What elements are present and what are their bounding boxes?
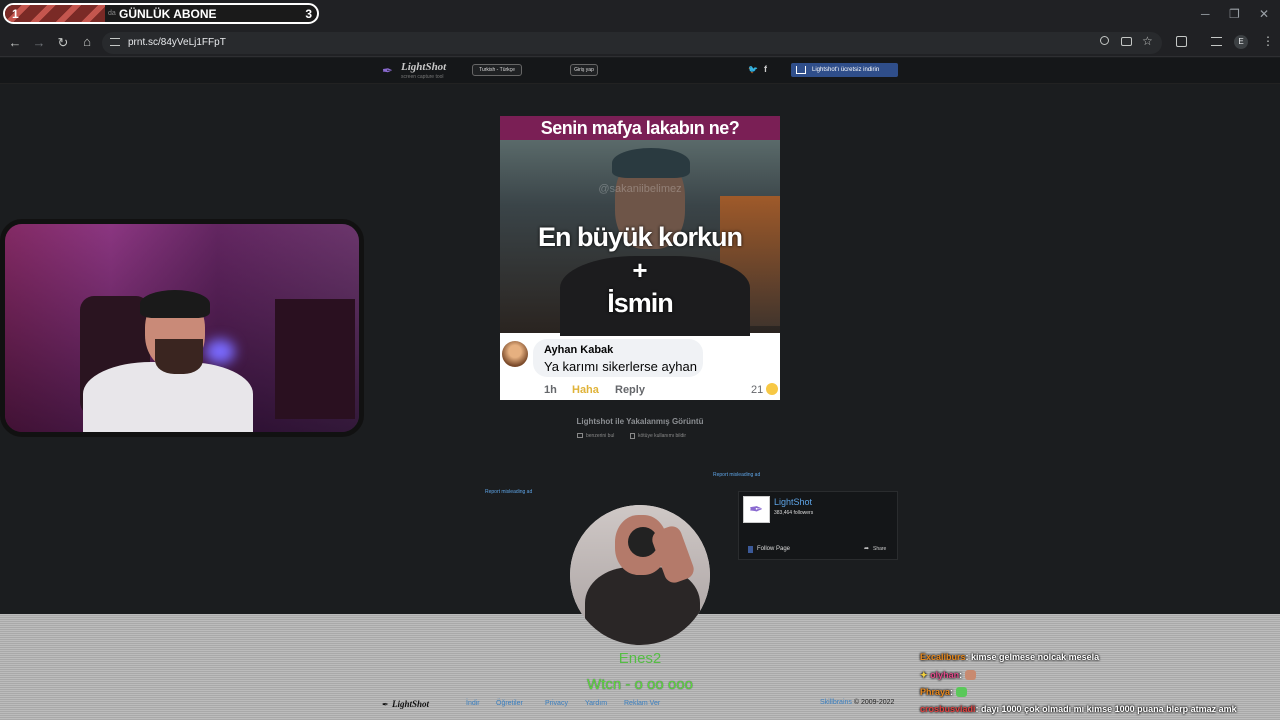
tab-tiny-text: da xyxy=(108,10,116,17)
reload-icon[interactable]: ↻ xyxy=(55,35,71,51)
facebook-icon[interactable]: f xyxy=(764,64,767,74)
chat-username: Excaliburs xyxy=(920,652,966,662)
twitter-icon[interactable]: 🐦 xyxy=(748,65,758,74)
find-similar-link[interactable]: benzerini bul xyxy=(586,433,614,439)
webcam-light xyxy=(205,339,235,364)
chat-colon: : xyxy=(950,687,956,697)
comment-author: Ayhan Kabak xyxy=(544,344,614,356)
report-ad-link-left[interactable]: Report misleading ad xyxy=(485,489,532,495)
chat-message: Phraya: xyxy=(920,687,967,697)
tab-counter-left: 1 xyxy=(12,7,19,21)
footer-feather-icon: ✒ xyxy=(382,700,389,709)
tab-stripes xyxy=(5,5,105,22)
url-text[interactable]: prnt.sc/84yVeLj1FFpT xyxy=(128,37,226,48)
meme-plus: + xyxy=(632,255,648,285)
webcam-person-beard xyxy=(155,339,203,374)
footer-link-help[interactable]: Yardım xyxy=(585,700,607,707)
round-webcam xyxy=(570,505,710,645)
footer-link-tutorials[interactable]: Öğretiler xyxy=(496,700,523,707)
emote-icon xyxy=(955,687,967,697)
chat-text: dayı 1000 çok olmadı mı kimse 1000 puana… xyxy=(981,704,1237,714)
chat-message: Excaliburs: kimse gelmese nolcak mesela xyxy=(920,652,1099,662)
feather-icon: ✒ xyxy=(749,500,764,519)
lightshot-page-logo[interactable]: ✒ xyxy=(743,496,770,523)
photo-hair xyxy=(612,148,690,178)
comment-reaction: Haha xyxy=(572,384,599,396)
chat-text: kimse gelmese nolcak mesela xyxy=(971,652,1100,662)
follow-page-button[interactable]: Follow Page xyxy=(757,546,790,552)
address-bar[interactable] xyxy=(102,32,1162,54)
menu-dots-icon[interactable]: ⋮ xyxy=(1262,34,1274,48)
lightshot-logo[interactable]: LightShot xyxy=(401,61,446,73)
meme-line-1: En büyük korkun xyxy=(537,222,743,252)
site-info-icon[interactable] xyxy=(110,38,120,46)
facebook-small-icon xyxy=(748,546,753,553)
chat-message: crosbusviadi: dayı 1000 çok olmadı mı ki… xyxy=(920,704,1237,714)
lightshot-header xyxy=(0,58,1280,84)
meme-line-2: İsmin xyxy=(607,288,674,318)
report-ad-link-right[interactable]: Report misleading ad xyxy=(713,472,760,478)
comment-time: 1h xyxy=(544,384,557,396)
meme-watermark: @sakaniibelimez xyxy=(598,183,682,195)
close-icon[interactable]: ✕ xyxy=(1259,7,1269,21)
report-abuse-link[interactable]: kötüye kullanımı bildir xyxy=(638,433,686,439)
skillbrains-link[interactable]: Skillbrains xyxy=(820,699,852,706)
minimize-icon[interactable]: ─ xyxy=(1201,7,1210,21)
image-icon xyxy=(577,433,583,438)
streamer-name: Enes2 xyxy=(618,650,662,667)
tab-counter-right: 3 xyxy=(305,7,312,21)
home-icon[interactable]: ⌂ xyxy=(79,34,95,50)
logo-subtitle: screen capture tool xyxy=(401,74,444,80)
comment-reaction-count: 21 xyxy=(751,384,764,396)
comment-avatar xyxy=(502,341,528,367)
chat-colon: : xyxy=(959,670,965,680)
chat-username: olyhan xyxy=(930,670,960,680)
image-caption: Lightshot ile Yakalanmış Görüntü xyxy=(576,417,704,426)
copyright: Skillbrains © 2009-2022 xyxy=(820,699,894,706)
reading-list-icon[interactable] xyxy=(1211,37,1222,46)
login-button[interactable]: Giriş yap xyxy=(570,64,598,76)
feather-logo-icon: ✒ xyxy=(382,63,393,78)
share-arrow-icon: ➦ xyxy=(864,546,870,552)
bookmark-star-icon[interactable]: ☆ xyxy=(1142,34,1153,48)
chat-username: Phraya xyxy=(920,687,951,697)
meme-question: Senin mafya lakabın ne? xyxy=(540,118,740,138)
profile-avatar[interactable]: E xyxy=(1234,35,1248,49)
zoom-icon[interactable] xyxy=(1100,36,1109,45)
copyright-years: © 2009-2022 xyxy=(851,699,895,706)
sparkle-badge-icon: ✦ xyxy=(920,670,928,680)
chat-username: crosbusviadi xyxy=(920,704,976,714)
page-name-link[interactable]: LightShot xyxy=(774,497,812,507)
footer-link-advertise[interactable]: Reklam Ver xyxy=(624,700,660,707)
trash-icon xyxy=(630,433,635,439)
emote-icon xyxy=(964,670,976,680)
webcam-overlay xyxy=(0,219,364,437)
download-icon xyxy=(796,66,806,74)
forward-icon[interactable]: → xyxy=(31,35,47,51)
browser-tab[interactable]: 1 da GÜNLÜK ABONE 3 xyxy=(3,3,319,24)
comment-reply: Reply xyxy=(615,384,645,396)
tab-title: GÜNLÜK ABONE xyxy=(119,7,217,21)
webcam-headphones xyxy=(140,290,210,318)
footer-logo[interactable]: LightShot xyxy=(392,699,429,709)
footer-link-privacy[interactable]: Privacy xyxy=(545,700,568,707)
download-button[interactable]: Lightshot'ı ücretsiz indirin xyxy=(791,63,898,77)
webcam-shelf xyxy=(275,299,355,419)
extensions-icon[interactable] xyxy=(1176,36,1187,47)
language-select[interactable]: Turkish - Türkçe xyxy=(472,64,522,76)
back-icon[interactable]: ← xyxy=(7,35,23,51)
install-app-icon[interactable] xyxy=(1121,37,1132,46)
streamer-subtitle: Wtcn - o oo ooo xyxy=(587,676,693,693)
laughing-emoji-icon xyxy=(766,383,778,395)
restore-icon[interactable]: ❐ xyxy=(1229,7,1240,21)
share-button[interactable]: Share xyxy=(873,546,886,552)
chat-message: ✦ olyhan: xyxy=(920,670,976,681)
followers-count: 383,464 followers xyxy=(774,510,814,516)
comment-text: Ya karımı sikerlerse ayhan xyxy=(544,359,697,374)
footer-link-download[interactable]: İndir xyxy=(466,700,480,707)
